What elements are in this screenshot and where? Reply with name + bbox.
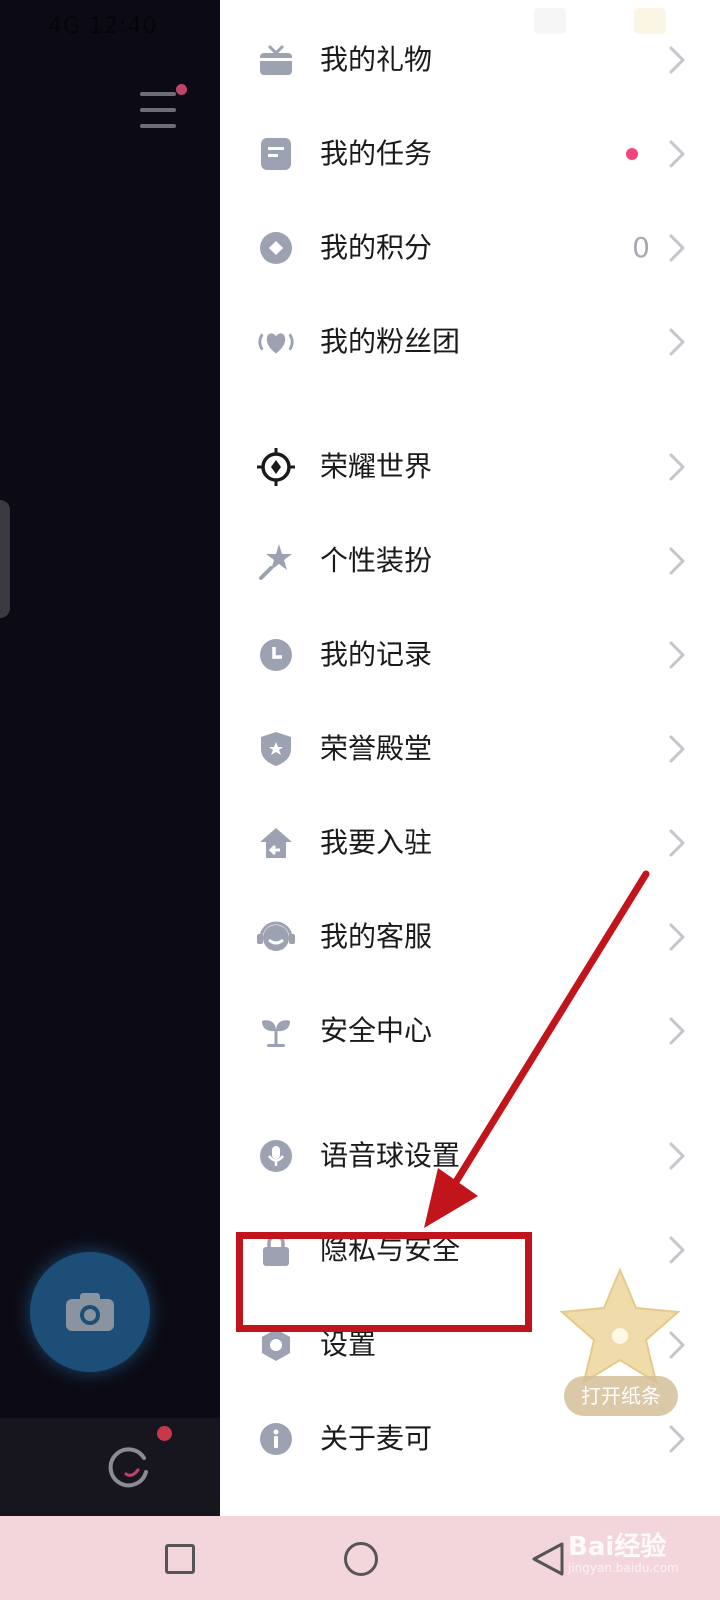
drawer-item-gifts[interactable]: 我的礼物 xyxy=(220,20,720,100)
chevron-right-icon xyxy=(669,234,685,262)
drawer-item-label: 我的记录 xyxy=(320,638,433,671)
drawer-item-customer-service[interactable]: 我的客服 xyxy=(220,897,720,977)
menu-notification-dot xyxy=(176,84,187,95)
drawer-item-voice-ball-settings[interactable]: 语音球设置 xyxy=(220,1116,720,1196)
drawer-item-label: 我的积分 xyxy=(320,231,433,264)
camera-icon xyxy=(66,1293,114,1331)
points-icon xyxy=(256,228,296,268)
clock-icon xyxy=(256,635,296,675)
chevron-right-icon xyxy=(669,1425,685,1453)
gift-icon xyxy=(256,40,296,80)
dress-up-icon xyxy=(256,541,296,581)
chevron-right-icon xyxy=(669,641,685,669)
drawer-item-label: 安全中心 xyxy=(320,1014,433,1047)
drawer-item-points[interactable]: 我的积分 0 xyxy=(220,208,720,288)
chevron-right-icon xyxy=(669,140,685,168)
chevron-right-icon xyxy=(669,1236,685,1264)
hamburger-menu-icon[interactable] xyxy=(140,92,178,128)
home-icon[interactable] xyxy=(344,1542,378,1576)
chevron-right-icon xyxy=(669,453,685,481)
watermark: Bai经验 jingyan.baidu.com xyxy=(568,1526,718,1586)
status-bar-text: 4G 12:40 xyxy=(48,14,158,39)
chevron-right-icon xyxy=(669,328,685,356)
drawer-item-label: 荣誉殿堂 xyxy=(320,732,433,765)
drawer-item-settle-in[interactable]: 我要入驻 xyxy=(220,803,720,883)
drawer-item-label: 我要入驻 xyxy=(320,826,433,859)
highlight-box xyxy=(236,1232,532,1332)
info-icon xyxy=(256,1419,296,1459)
drawer-item-label: 关于麦可 xyxy=(320,1422,433,1455)
drawer-item-label: 我的客服 xyxy=(320,920,433,953)
drawer-item-label: 个性装扮 xyxy=(320,544,433,577)
fan-club-icon xyxy=(256,322,296,362)
drawer-item-fan-club[interactable]: 我的粉丝团 xyxy=(220,302,720,382)
drawer-item-hall-of-honor[interactable]: 荣誉殿堂 xyxy=(220,709,720,789)
microphone-icon xyxy=(256,1136,296,1176)
drawer-item-label: 荣耀世界 xyxy=(320,450,433,483)
open-note-button[interactable]: 打开纸条 xyxy=(564,1376,678,1416)
headset-icon xyxy=(256,917,296,957)
chevron-right-icon xyxy=(669,46,685,74)
points-value: 0 xyxy=(632,231,650,264)
chevron-right-icon xyxy=(669,1017,685,1045)
drawer-item-records[interactable]: 我的记录 xyxy=(220,615,720,695)
refresh-icon[interactable] xyxy=(106,1444,152,1490)
recent-apps-icon[interactable] xyxy=(165,1544,195,1574)
watermark-subtext: jingyan.baidu.com xyxy=(568,1561,679,1575)
drawer-item-label: 语音球设置 xyxy=(320,1139,461,1172)
sprout-icon xyxy=(256,1011,296,1051)
watermark-text: Bai经验 xyxy=(568,1532,667,1562)
chevron-right-icon xyxy=(669,923,685,951)
notification-dot xyxy=(626,148,638,160)
chevron-right-icon xyxy=(669,1142,685,1170)
chevron-right-icon xyxy=(669,547,685,575)
side-handle[interactable] xyxy=(0,500,10,618)
task-icon xyxy=(256,134,296,174)
camera-button[interactable] xyxy=(30,1252,150,1372)
house-icon xyxy=(256,823,296,863)
drawer-item-label: 我的粉丝团 xyxy=(320,325,461,358)
drawer-item-security-center[interactable]: 安全中心 xyxy=(220,991,720,1071)
chevron-right-icon xyxy=(669,735,685,763)
refresh-notification-dot xyxy=(157,1426,172,1441)
drawer-item-label: 我的礼物 xyxy=(320,43,433,76)
glory-world-icon xyxy=(256,447,296,487)
chevron-right-icon xyxy=(669,829,685,857)
drawer-item-label: 我的任务 xyxy=(320,137,433,170)
shield-star-icon xyxy=(256,729,296,769)
drawer-item-tasks[interactable]: 我的任务 xyxy=(220,114,720,194)
back-icon[interactable] xyxy=(530,1540,566,1578)
drawer-item-glory-world[interactable]: 荣耀世界 xyxy=(220,427,720,507)
drawer-item-dress-up[interactable]: 个性装扮 xyxy=(220,521,720,601)
